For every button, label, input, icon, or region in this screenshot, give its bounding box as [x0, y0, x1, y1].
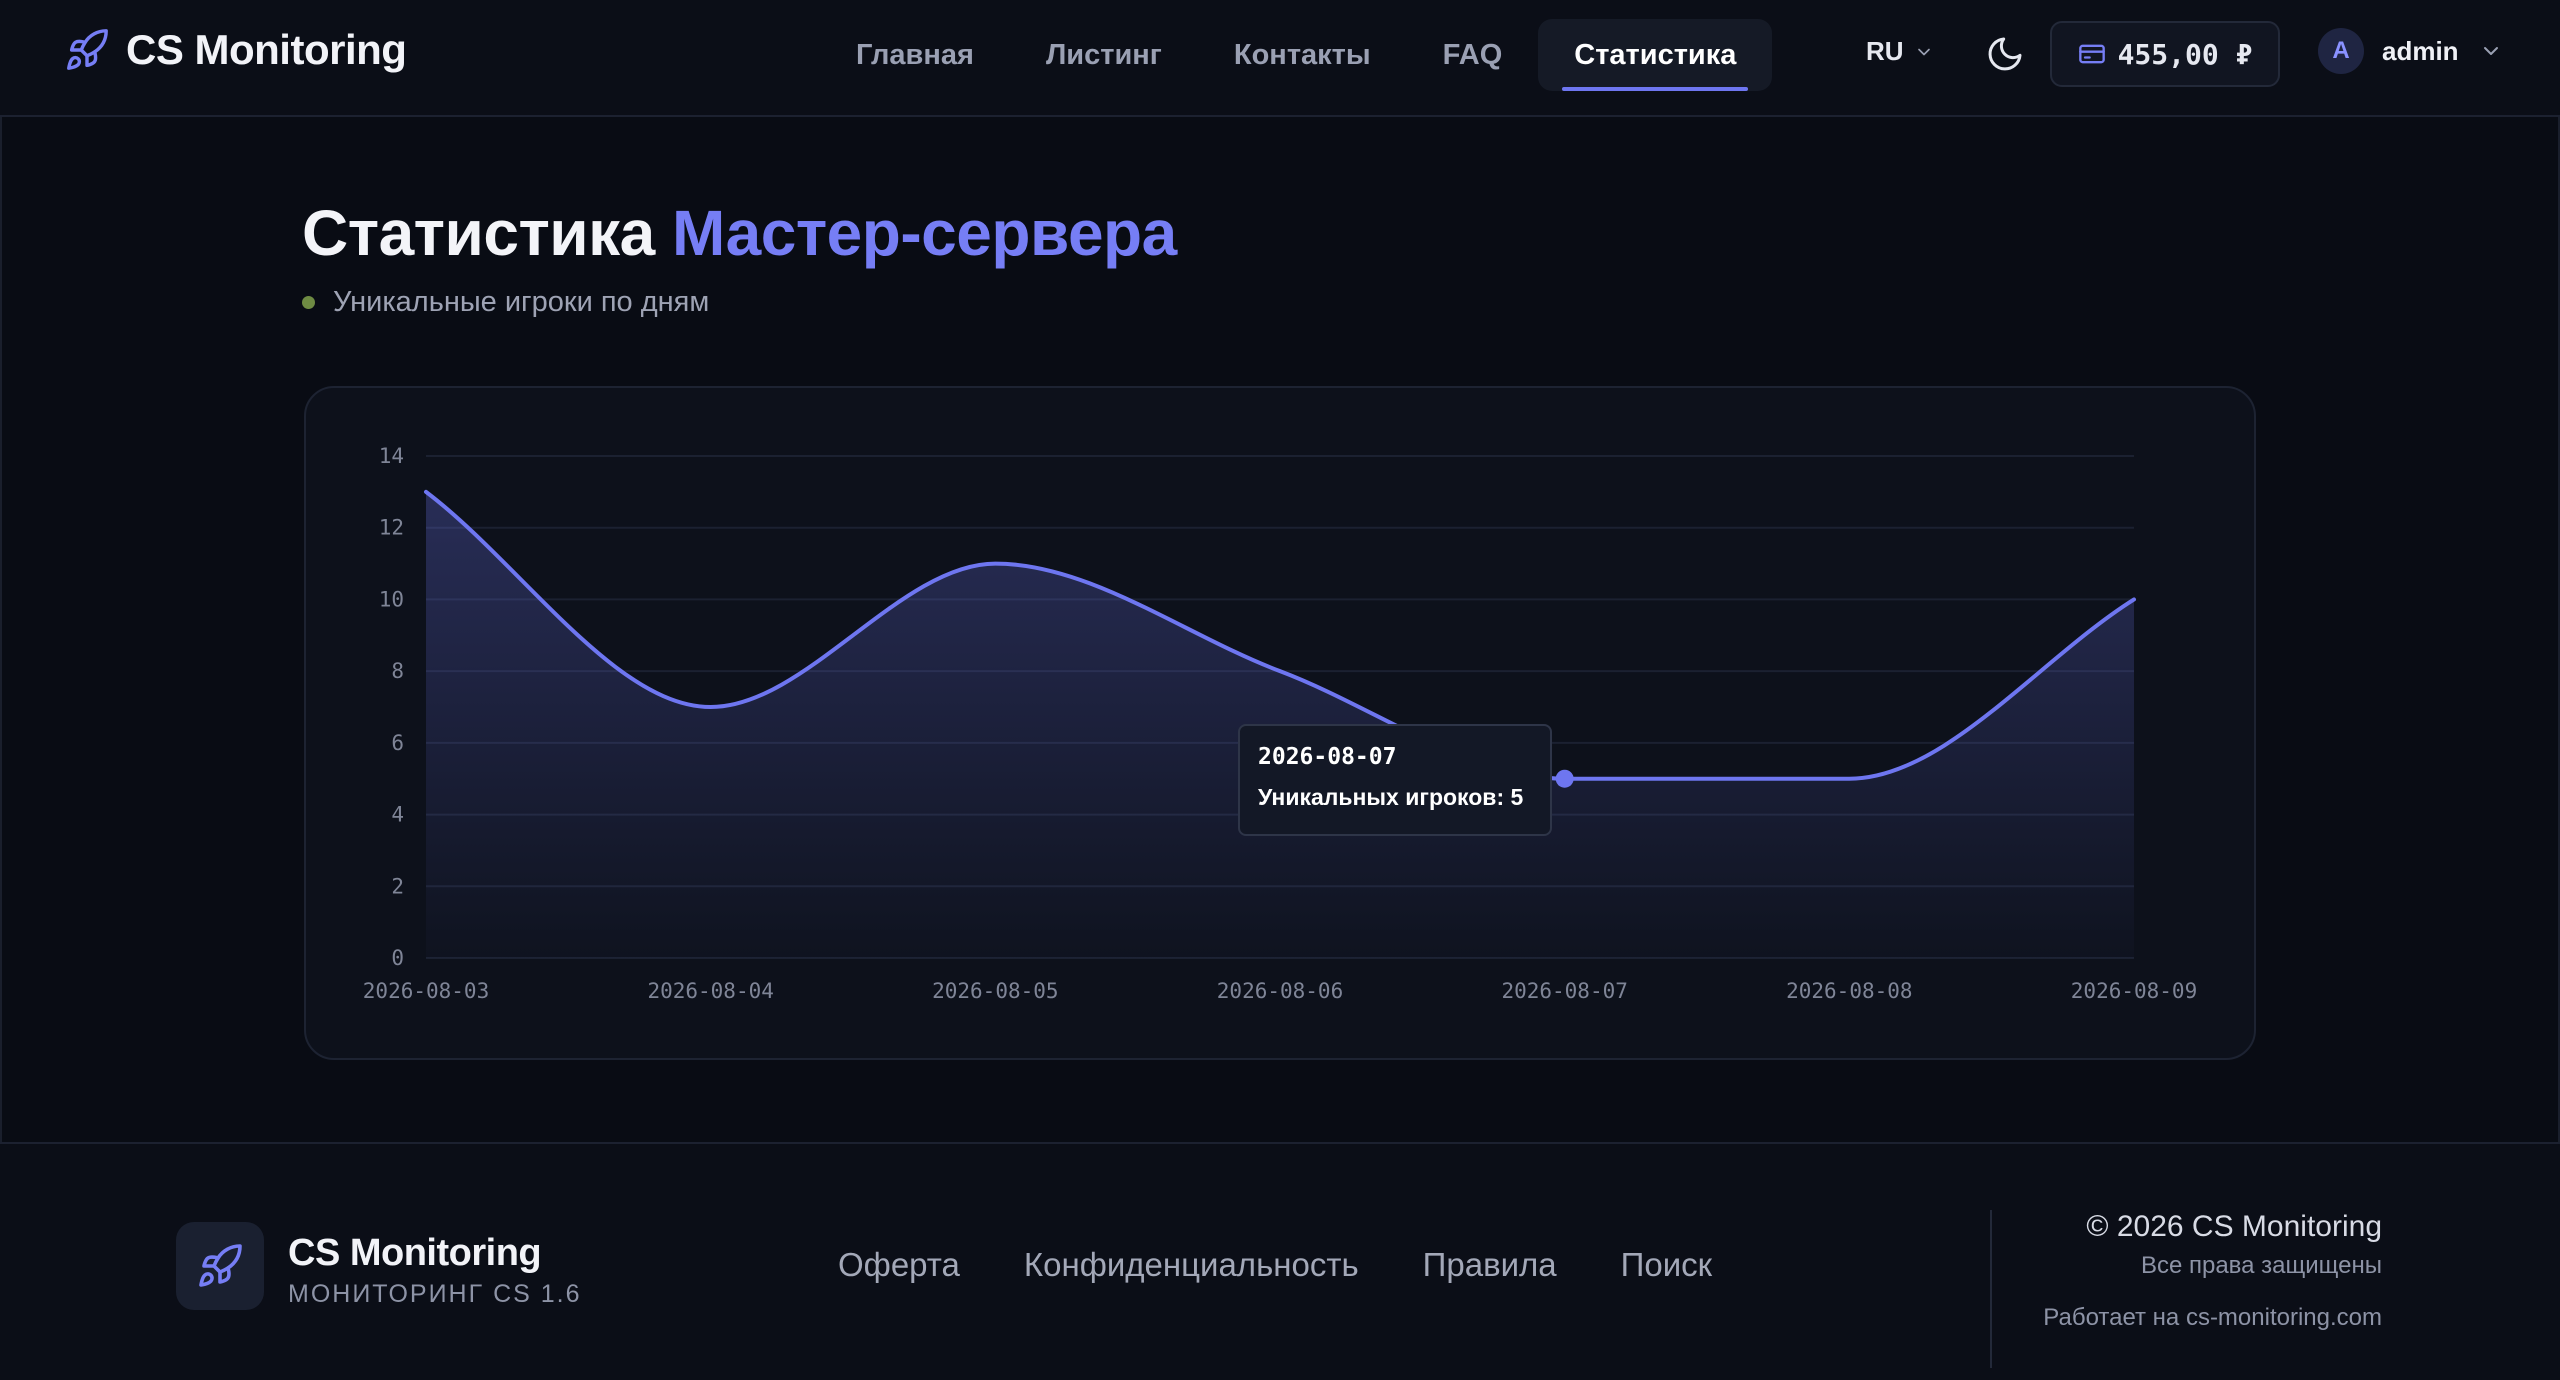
y-tick-label: 2 [391, 874, 404, 898]
page-title-accent: Мастер-сервера [672, 197, 1177, 269]
copyright: © 2026 CS Monitoring [2086, 1210, 2382, 1243]
footer-links: Оферта Конфиденциальность Правила Поиск [838, 1246, 1712, 1284]
user-menu[interactable]: A admin [2318, 28, 2503, 74]
nav-item-statistics[interactable]: Статистика [1538, 19, 1773, 91]
y-tick-label: 14 [379, 444, 404, 468]
active-data-point[interactable] [1555, 769, 1574, 788]
page-title-main: Статистика [302, 197, 655, 269]
balance-value: 455,00 ₽ [2117, 37, 2253, 71]
subtitle-text: Уникальные игроки по дням [333, 286, 710, 318]
language-label: RU [1866, 36, 1904, 66]
footer-brand-sub: МОНИТОРИНГ CS 1.6 [288, 1280, 582, 1308]
user-name: admin [2382, 35, 2459, 66]
x-tick-label: 2026-08-05 [932, 979, 1058, 1003]
footer-link-search[interactable]: Поиск [1621, 1246, 1712, 1284]
rights-text: Все права защищены [2140, 1252, 2382, 1279]
top-header: CS Monitoring Главная Листинг Контакты F… [0, 0, 2560, 117]
chevron-down-icon [1917, 48, 1930, 55]
nav-item-home[interactable]: Главная [820, 19, 1010, 91]
tooltip-date: 2026-08-07 [1258, 744, 1397, 770]
page-subtitle: Уникальные игроки по дням [302, 286, 709, 319]
y-tick-label: 4 [391, 803, 404, 827]
language-selector[interactable]: RU [1866, 36, 1934, 67]
tooltip-value: Уникальных игроков: 5 [1258, 784, 1524, 810]
footer: CS Monitoring МОНИТОРИНГ CS 1.6 Оферта К… [0, 1142, 2560, 1380]
balance-button[interactable]: 455,00 ₽ [2050, 21, 2280, 87]
brand-name: CS Monitoring [126, 26, 407, 73]
nav-item-listing[interactable]: Листинг [1010, 19, 1198, 91]
y-tick-label: 10 [379, 587, 404, 611]
nav-item-faq[interactable]: FAQ [1407, 19, 1539, 91]
footer-brand-name: CS Monitoring [288, 1232, 542, 1274]
footer-link-rules[interactable]: Правила [1423, 1246, 1557, 1284]
nav-item-contacts[interactable]: Контакты [1198, 19, 1407, 91]
y-tick-label: 0 [391, 946, 404, 970]
x-tick-label: 2026-08-04 [647, 979, 773, 1003]
chevron-down-icon [2483, 47, 2498, 55]
x-tick-label: 2026-08-09 [2071, 979, 2197, 1003]
y-tick-label: 8 [391, 659, 404, 683]
avatar: A [2318, 28, 2364, 74]
rocket-icon [199, 1244, 242, 1287]
footer-link-privacy[interactable]: Конфиденциальность [1024, 1246, 1359, 1284]
status-dot [302, 296, 315, 309]
y-tick-label: 12 [379, 516, 404, 540]
x-tick-label: 2026-08-06 [1217, 979, 1343, 1003]
moon-icon[interactable] [1985, 34, 2025, 74]
footer-link-offer[interactable]: Оферта [838, 1246, 960, 1284]
powered-by: Работает на cs-monitoring.com [2043, 1304, 2382, 1331]
main-nav: Главная Листинг Контакты FAQ Статистика [820, 19, 1773, 91]
rocket-icon [67, 29, 108, 70]
y-tick-label: 6 [391, 731, 404, 755]
wallet-icon [2078, 44, 2105, 64]
chart-tooltip: 2026-08-07 Уникальных игроков: 5 [1238, 724, 1552, 836]
footer-divider [1990, 1210, 1992, 1368]
x-tick-label: 2026-08-08 [1786, 979, 1912, 1003]
page-title: Статистика Мастер-сервера [302, 196, 1177, 270]
x-tick-label: 2026-08-03 [363, 979, 489, 1003]
footer-logo[interactable] [176, 1222, 264, 1310]
x-tick-label: 2026-08-07 [1501, 979, 1627, 1003]
footer-info: © 2026 CS Monitoring Все права защищены … [2043, 1210, 2382, 1332]
chart-card: 0 2 4 6 8 10 12 14 2026-08-03 2026-08-04 2026-08-0… [304, 386, 2256, 1060]
brand[interactable]: CS Monitoring [64, 26, 407, 74]
